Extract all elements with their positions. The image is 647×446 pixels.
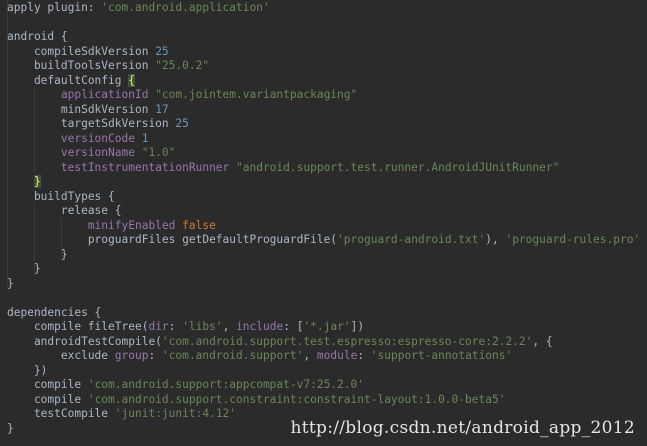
code-token: defaultConfig [7,73,129,87]
code-token: 'libs' [182,320,223,333]
code-token: } [7,262,41,275]
code-line[interactable]: buildToolsVersion "25.0.2" [7,59,647,74]
code-token: } [7,247,68,261]
code-token: 'support-annotations' [370,349,513,362]
code-token: apply plugin: [7,1,102,14]
code-token: '*.jar' [303,320,351,333]
code-token: compileSdkVersion [7,44,156,58]
code-token: 'com.android.application' [101,1,270,14]
code-token: : [168,320,183,333]
code-token: ), [485,233,506,246]
code-line[interactable]: applicationId "com.jointem.variantpackag… [7,88,647,103]
code-line[interactable]: versionCode 1 [7,132,647,147]
code-line[interactable]: exclude group: 'com.android.support', mo… [7,349,647,364]
code-token: compile [7,378,88,391]
code-token: , [303,349,317,362]
code-line[interactable]: dependencies { [7,306,647,321]
code-token: ]) [350,320,365,333]
code-token: 17 [155,102,169,116]
code-token: targetSdkVersion [7,117,176,130]
code-editor[interactable]: apply plugin: 'com.android.application' … [0,0,647,446]
code-token: exclude [7,349,115,362]
code-area[interactable]: apply plugin: 'com.android.application' … [7,1,647,436]
code-token: buildToolsVersion [7,59,156,72]
code-line[interactable]: release { [7,204,647,219]
code-token: : [148,349,162,362]
code-line[interactable]: testInstrumentationRunner "android.suppo… [7,161,647,176]
code-token: 'com.android.support.test.espresso:espre… [161,334,533,348]
code-token: 'com.android.support:appcompat-v7:25.2.0… [87,378,364,391]
code-line[interactable]: compile fileTree(dir: 'libs', include: [… [7,320,647,335]
code-line[interactable]: proguardFiles getDefaultProguardFile('pr… [7,233,647,248]
code-token: : [ [283,320,304,333]
code-line[interactable]: apply plugin: 'com.android.application' [7,1,647,16]
code-line[interactable]: compile 'com.android.support:appcompat-v… [7,378,647,393]
code-token: minSdkVersion [7,102,156,116]
code-line[interactable]: }) [7,364,647,379]
code-line[interactable]: targetSdkVersion 25 [7,117,647,132]
code-line[interactable] [7,16,647,31]
code-token: dir [148,320,169,333]
code-token: proguardFiles getDefaultProguardFile( [7,233,338,246]
code-token: testCompile [7,407,115,420]
code-token: 'com.android.support.constraint:constrai… [87,392,506,406]
code-token: 'junit:junit:4.12' [114,407,237,420]
code-token: compile [7,392,88,406]
code-token: "android.support.test.runner.AndroidJUni… [236,160,560,174]
code-token: module [316,349,358,362]
code-token: }) [7,363,48,377]
watermark: http://blog.csdn.net/android_app_2012 [290,418,635,438]
code-line[interactable]: androidTestCompile('com.android.support.… [7,335,647,350]
code-token: release { [7,204,122,217]
code-token: buildTypes { [7,189,115,203]
code-token: 'proguard-android.txt' [337,233,486,246]
code-line[interactable]: defaultConfig { [7,73,647,89]
code-token: versionCode [7,131,142,145]
code-token: 'proguard-rules.pro' [505,233,641,246]
code-token: , [222,320,237,333]
code-token: "com.jointem.variantpackaging" [155,88,358,101]
code-line[interactable]: buildTypes { [7,190,647,205]
code-token: { [128,73,135,87]
code-token: androidTestCompile( [7,334,162,348]
code-token: false [182,218,216,232]
code-token: 1 [141,131,149,145]
code-token: compile fileTree( [7,320,149,333]
code-line[interactable]: versionName "1.0" [7,146,647,161]
code-token: versionName [7,146,142,159]
code-token: testInstrumentationRunner [7,160,237,174]
code-token: applicationId [7,88,156,101]
code-token: group [114,349,149,362]
code-line[interactable]: minSdkVersion 17 [7,103,647,118]
code-token: minifyEnabled [7,218,183,232]
code-line[interactable]: } [7,262,647,277]
code-token: dependencies { [7,305,102,319]
code-token: , { [532,334,553,348]
code-line[interactable]: } [7,277,647,292]
code-token: "1.0" [141,146,176,159]
code-token: : [357,349,371,362]
code-token: 25 [155,44,169,58]
code-line[interactable]: compile 'com.android.support.constraint:… [7,393,647,408]
code-token: include [236,320,284,333]
code-token: } [33,175,41,188]
code-token: } [7,421,14,435]
code-line[interactable]: minifyEnabled false [7,219,647,234]
code-line[interactable]: compileSdkVersion 25 [7,45,647,60]
code-line[interactable]: } [7,248,647,263]
code-token: android { [7,30,68,43]
code-line[interactable]: android { [7,30,647,45]
code-token: "25.0.2" [155,59,210,72]
code-token: } [7,276,14,290]
code-line[interactable]: } [7,175,647,190]
code-line[interactable] [7,291,647,306]
code-token: 'com.android.support' [161,349,304,362]
code-token: 25 [175,117,189,130]
